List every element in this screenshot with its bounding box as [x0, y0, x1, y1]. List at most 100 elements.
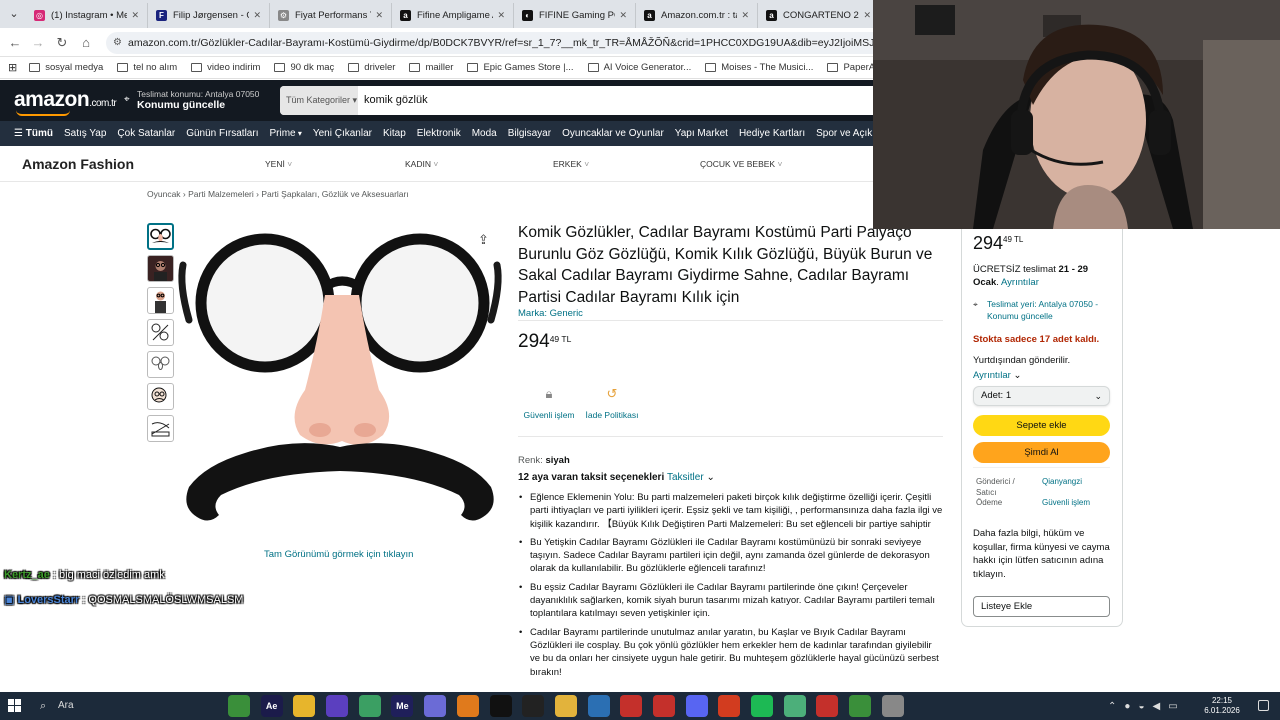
- breadcrumb-item[interactable]: Parti Şapkaları, Gözlük ve Aksesuarları: [261, 189, 408, 199]
- shipping-details-link[interactable]: Ayrıntılar: [1001, 277, 1039, 288]
- taskbar-app-icon[interactable]: [783, 695, 806, 717]
- taskbar-app-icon[interactable]: [293, 695, 316, 717]
- windows-start-icon[interactable]: [8, 699, 22, 713]
- nav-item[interactable]: Çok Satanlar: [117, 128, 175, 139]
- full-view-link[interactable]: Tam Görünümü görmek için tıklayın: [264, 549, 413, 560]
- quantity-select[interactable]: Adet: 1 ⌄: [973, 386, 1110, 406]
- nav-item[interactable]: Satış Yap: [64, 128, 106, 139]
- thumbnail-person[interactable]: [147, 287, 174, 314]
- close-tab-icon[interactable]: ✕: [131, 10, 139, 21]
- fashion-menu-item[interactable]: KADIN ˅: [405, 159, 438, 169]
- search-input[interactable]: komik gözlük: [364, 86, 428, 115]
- address-bar[interactable]: ⚙ amazon.com.tr/Gözlükler-Cadılar-Bayram…: [106, 32, 886, 54]
- chevron-up-icon[interactable]: ⌃: [1108, 701, 1116, 712]
- search-category-dropdown[interactable]: Tüm Kategoriler ▾: [280, 86, 358, 115]
- thumbnail-line-art[interactable]: [147, 319, 174, 346]
- apps-grid-icon[interactable]: ⊞: [8, 61, 17, 74]
- breadcrumb-item[interactable]: Oyuncak: [147, 189, 181, 199]
- browser-tab[interactable]: a CONGARTENO 2adet ✕: [758, 3, 880, 28]
- nav-item[interactable]: Prime ▾: [269, 128, 301, 139]
- browser-tab[interactable]: ◎ (1) Instagram • Mesaj ✕: [26, 3, 148, 28]
- nav-item[interactable]: Yeni Çıkanlar: [313, 128, 372, 139]
- delivery-location-link[interactable]: ⌖ Teslimat yeri: Antalya 07050 - Konumu g…: [973, 298, 1113, 322]
- buy-now-button[interactable]: Şimdi Al: [973, 442, 1110, 463]
- nav-item[interactable]: Günün Fırsatları: [186, 128, 258, 139]
- all-menu-button[interactable]: ☰ Tümü: [14, 128, 53, 139]
- nav-item[interactable]: Elektronik: [417, 128, 461, 139]
- close-tab-icon[interactable]: ✕: [497, 10, 505, 21]
- nav-item[interactable]: Moda: [472, 128, 497, 139]
- seller-link[interactable]: Qianyangzi: [1042, 476, 1082, 487]
- bookmark[interactable]: Epic Games Store |...: [467, 62, 574, 73]
- network-icon[interactable]: ◒: [1138, 701, 1144, 712]
- taskbar-app-icon[interactable]: [816, 695, 839, 717]
- taskbar-app-icon[interactable]: [718, 695, 741, 717]
- return-policy-badge[interactable]: ↺ İade Politikası: [577, 386, 647, 420]
- taskbar-app-icon[interactable]: [554, 695, 577, 717]
- browser-tab[interactable]: a Fifine Ampligame Atl ✕: [392, 3, 514, 28]
- add-to-list-button[interactable]: Listeye Ekle: [973, 596, 1110, 617]
- site-info-icon[interactable]: ⚙: [113, 32, 122, 54]
- taskbar-app-icon[interactable]: [587, 695, 610, 717]
- bookmark[interactable]: sosyal medya: [29, 62, 103, 73]
- nav-item[interactable]: Hediye Kartları: [739, 128, 805, 139]
- installment-link[interactable]: Taksitler: [667, 472, 704, 483]
- battery-icon[interactable]: ▭: [1168, 701, 1177, 712]
- product-image[interactable]: [175, 225, 505, 540]
- breadcrumb-item[interactable]: Parti Malzemeleri: [188, 189, 254, 199]
- browser-tab[interactable]: a Amazon.com.tr : taşı ✕: [636, 3, 758, 28]
- payment-link[interactable]: Güvenli işlem: [1042, 497, 1090, 508]
- taskbar-app-icon[interactable]: [326, 695, 349, 717]
- nav-item[interactable]: Kitap: [383, 128, 406, 139]
- taskbar-app-icon[interactable]: [751, 695, 773, 717]
- bookmark[interactable]: 90 dk maç: [274, 62, 334, 73]
- back-icon[interactable]: ←: [6, 34, 24, 52]
- taskbar-app-icon[interactable]: [358, 695, 381, 717]
- browser-tab[interactable]: ⚙ Fiyat Performans Yay ✕: [270, 3, 392, 28]
- secure-transaction-badge[interactable]: 🔒︎ Güvenli işlem: [514, 386, 584, 420]
- add-to-cart-button[interactable]: Sepete ekle: [973, 415, 1110, 436]
- bookmark[interactable]: tel no alım: [117, 62, 177, 73]
- notification-icon[interactable]: [1258, 700, 1269, 711]
- taskbar-app-icon[interactable]: [522, 695, 545, 717]
- nav-item[interactable]: Bilgisayar: [508, 128, 551, 139]
- taskbar-app-icon[interactable]: [652, 695, 675, 717]
- clock[interactable]: 22:15 6.01.2026: [1198, 696, 1246, 716]
- taskbar-app-icon[interactable]: [881, 695, 904, 717]
- volume-icon[interactable]: ◀: [1152, 701, 1160, 712]
- fashion-title[interactable]: Amazon Fashion: [22, 156, 134, 172]
- fashion-menu-item[interactable]: ERKEK ˅: [553, 159, 589, 169]
- close-tab-icon[interactable]: ✕: [863, 10, 871, 21]
- tab-search-icon[interactable]: ⌄: [6, 6, 22, 22]
- reload-icon[interactable]: ↻: [53, 34, 71, 52]
- close-tab-icon[interactable]: ✕: [741, 10, 749, 21]
- close-tab-icon[interactable]: ✕: [619, 10, 627, 21]
- taskbar-app-icon[interactable]: Me: [391, 695, 414, 717]
- bookmark[interactable]: video indirim: [191, 62, 260, 73]
- bookmark[interactable]: mailler: [409, 62, 453, 73]
- details-link[interactable]: Ayrıntılar ⌄: [973, 370, 1021, 381]
- taskbar-app-icon[interactable]: [620, 695, 643, 717]
- fashion-menu-item[interactable]: YENİ ˅: [265, 159, 292, 169]
- nav-item[interactable]: Oyuncaklar ve Oyunlar: [562, 128, 664, 139]
- nav-item[interactable]: Yapı Market: [675, 128, 728, 139]
- bookmark[interactable]: Moises - The Musici...: [705, 62, 813, 73]
- nav-item[interactable]: Spor ve Açık: [816, 128, 872, 139]
- thumbnail-sketch[interactable]: [147, 351, 174, 378]
- home-icon[interactable]: ⌂: [77, 34, 95, 52]
- taskbar-app-icon[interactable]: [228, 695, 250, 717]
- close-tab-icon[interactable]: ✕: [375, 10, 383, 21]
- delivery-location[interactable]: ⌖ Teslimat konumu: Antalya 07050 Konumu …: [124, 89, 259, 111]
- taskbar-search[interactable]: ⌕ Ara: [30, 692, 218, 720]
- taskbar-app-icon[interactable]: [849, 695, 872, 717]
- fashion-menu-item[interactable]: ÇOCUK VE BEBEK ˅: [700, 159, 782, 169]
- bookmark[interactable]: AI Voice Generator...: [587, 62, 691, 73]
- amazon-logo[interactable]: amazon.com.tr: [14, 88, 117, 112]
- taskbar-app-icon[interactable]: [685, 695, 708, 717]
- browser-tab[interactable]: ◐ FIFINE Gaming PC US ✕: [514, 3, 636, 28]
- taskbar-app-icon[interactable]: [489, 695, 512, 717]
- browser-tab[interactable]: F Filip Jørgensen - Oyu ✕: [148, 3, 270, 28]
- taskbar-app-icon[interactable]: [456, 695, 479, 717]
- thumbnail-cartoon[interactable]: [147, 383, 174, 410]
- bookmark[interactable]: driveler: [348, 62, 395, 73]
